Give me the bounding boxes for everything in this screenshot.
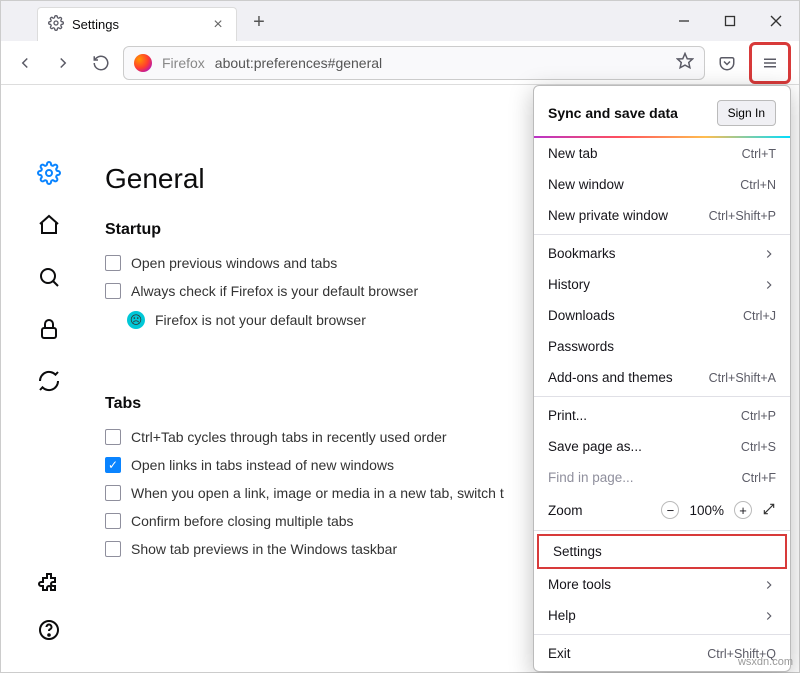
reload-button[interactable] [85, 47, 117, 79]
checkbox-icon[interactable] [105, 513, 121, 529]
menu-print[interactable]: Print...Ctrl+P [534, 400, 790, 431]
titlebar: Settings × + [1, 1, 799, 41]
menu-sync-header: Sync and save data Sign In [534, 92, 790, 138]
menu-new-private-window[interactable]: New private windowCtrl+Shift+P [534, 200, 790, 231]
menu-bookmarks[interactable]: Bookmarks [534, 238, 790, 269]
browser-tab[interactable]: Settings × [37, 7, 237, 41]
maximize-button[interactable] [707, 1, 753, 41]
menu-more-tools[interactable]: More tools [534, 569, 790, 600]
sidebar-item-general[interactable] [37, 161, 61, 185]
app-menu-panel: Sync and save data Sign In New tabCtrl+T… [533, 85, 791, 672]
checkbox-icon[interactable] [105, 541, 121, 557]
menu-zoom: Zoom − 100% + [534, 493, 790, 527]
app-menu-button[interactable] [754, 47, 786, 79]
menu-passwords[interactable]: Passwords [534, 331, 790, 362]
zoom-out-button[interactable]: − [661, 501, 679, 519]
sad-face-icon: ☹ [127, 311, 145, 329]
url-brand: Firefox [162, 55, 205, 71]
menu-history[interactable]: History [534, 269, 790, 300]
menu-settings[interactable]: Settings [537, 534, 787, 569]
minimize-button[interactable] [661, 1, 707, 41]
sidebar-item-privacy[interactable] [37, 317, 61, 341]
close-window-button[interactable] [753, 1, 799, 41]
tab-title: Settings [72, 17, 202, 32]
sidebar-item-sync[interactable] [37, 369, 61, 393]
tab-strip: Settings × + [37, 7, 273, 41]
firefox-logo-icon [134, 54, 152, 72]
sign-in-button[interactable]: Sign In [717, 100, 776, 126]
gear-icon [48, 15, 64, 34]
tab-close-button[interactable]: × [210, 17, 226, 33]
menu-addons[interactable]: Add-ons and themesCtrl+Shift+A [534, 362, 790, 393]
menu-new-tab[interactable]: New tabCtrl+T [534, 138, 790, 169]
sidebar-item-help[interactable] [37, 618, 61, 642]
sidebar-item-extensions[interactable] [37, 570, 61, 594]
sync-title: Sync and save data [548, 105, 678, 121]
checkbox-icon[interactable] [105, 485, 121, 501]
checkbox-icon[interactable] [105, 283, 121, 299]
fullscreen-icon[interactable] [762, 502, 776, 519]
forward-button[interactable] [47, 47, 79, 79]
menu-find-in-page[interactable]: Find in page...Ctrl+F [534, 462, 790, 493]
nav-toolbar: Firefox about:preferences#general [1, 41, 799, 85]
pocket-icon[interactable] [711, 47, 743, 79]
chevron-right-icon [762, 578, 776, 592]
url-bar[interactable]: Firefox about:preferences#general [123, 46, 705, 80]
checkbox-icon[interactable] [105, 429, 121, 445]
menu-new-window[interactable]: New windowCtrl+N [534, 169, 790, 200]
zoom-in-button[interactable]: + [734, 501, 752, 519]
checkbox-icon[interactable]: ✓ [105, 457, 121, 473]
chevron-right-icon [762, 609, 776, 623]
url-text: about:preferences#general [215, 55, 382, 71]
menu-help[interactable]: Help [534, 600, 790, 631]
hamburger-highlight [749, 42, 791, 84]
zoom-value: 100% [689, 503, 724, 518]
sidebar-item-home[interactable] [37, 213, 61, 237]
sidebar-item-search[interactable] [37, 265, 61, 289]
chevron-right-icon [762, 278, 776, 292]
new-tab-button[interactable]: + [245, 9, 273, 37]
checkbox-icon[interactable] [105, 255, 121, 271]
chevron-right-icon [762, 247, 776, 261]
preferences-sidebar [1, 85, 97, 672]
window-controls [661, 1, 799, 41]
bookmark-star-icon[interactable] [676, 52, 694, 73]
watermark: wsxdn.com [738, 656, 793, 668]
menu-save-page-as[interactable]: Save page as...Ctrl+S [534, 431, 790, 462]
menu-downloads[interactable]: DownloadsCtrl+J [534, 300, 790, 331]
back-button[interactable] [9, 47, 41, 79]
